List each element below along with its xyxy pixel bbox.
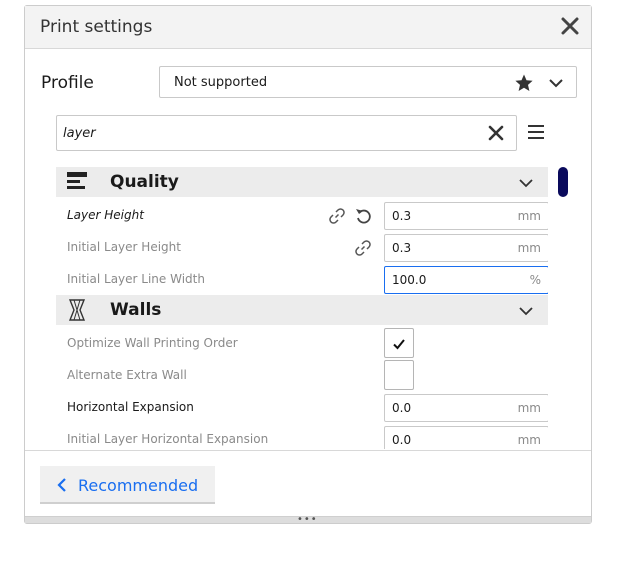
profile-value: Not supported bbox=[174, 75, 268, 90]
setting-label: Initial Layer Height bbox=[67, 240, 181, 254]
setting-row-initial-layer-line-width: Initial Layer Line Width 100.0 % bbox=[56, 263, 548, 295]
setting-label: Optimize Wall Printing Order bbox=[67, 336, 238, 350]
setting-unit: % bbox=[529, 273, 541, 287]
chevron-down-icon[interactable] bbox=[518, 175, 534, 191]
profile-label: Profile bbox=[41, 73, 94, 93]
setting-row-initial-layer-height: Initial Layer Height 0.3 mm bbox=[56, 231, 548, 263]
setting-row-alternate-extra-wall: Alternate Extra Wall bbox=[56, 359, 548, 391]
profile-dropdown[interactable]: Not supported bbox=[159, 66, 577, 98]
link-icon[interactable] bbox=[329, 208, 345, 224]
setting-label: Alternate Extra Wall bbox=[67, 368, 187, 382]
initial-layer-line-width-input[interactable]: 100.0 % bbox=[384, 266, 548, 294]
setting-unit: mm bbox=[517, 401, 541, 415]
recommended-label: Recommended bbox=[78, 476, 199, 495]
star-icon[interactable] bbox=[514, 73, 534, 93]
layer-height-input[interactable]: 0.3 mm bbox=[384, 202, 548, 230]
setting-value: 0.0 bbox=[392, 433, 412, 447]
resize-handle[interactable]: ••• bbox=[25, 514, 591, 525]
drag-dots-icon: ••• bbox=[297, 514, 318, 525]
category-title: Quality bbox=[110, 172, 179, 192]
scrollbar-thumb[interactable] bbox=[558, 167, 568, 197]
quality-icon bbox=[65, 171, 91, 193]
setting-label: Initial Layer Horizontal Expansion bbox=[67, 432, 269, 446]
setting-label: Horizontal Expansion bbox=[67, 400, 194, 414]
category-walls[interactable]: Walls bbox=[56, 295, 548, 325]
setting-row-optimize-wall-printing-order: Optimize Wall Printing Order bbox=[56, 327, 548, 359]
optimize-wall-printing-order-checkbox[interactable] bbox=[384, 328, 414, 358]
setting-unit: mm bbox=[517, 433, 541, 447]
setting-label: Initial Layer Line Width bbox=[67, 272, 205, 286]
setting-label: Layer Height bbox=[67, 208, 144, 222]
chevron-left-icon bbox=[56, 477, 68, 492]
setting-value: 0.3 bbox=[392, 241, 412, 255]
chevron-down-icon[interactable] bbox=[548, 75, 564, 91]
horizontal-expansion-input[interactable]: 0.0 mm bbox=[384, 394, 548, 422]
print-settings-panel: Print settings Profile Not supported lay… bbox=[24, 5, 592, 525]
close-icon[interactable] bbox=[559, 15, 581, 37]
settings-list: Quality Layer Height 0.3 mm Initial Laye… bbox=[56, 166, 548, 449]
alternate-extra-wall-checkbox[interactable] bbox=[384, 360, 414, 390]
setting-row-horizontal-expansion: Horizontal Expansion 0.0 mm bbox=[56, 391, 548, 423]
setting-row-layer-height: Layer Height 0.3 mm bbox=[56, 199, 548, 231]
category-quality[interactable]: Quality bbox=[56, 167, 548, 197]
clear-search-icon[interactable] bbox=[488, 125, 504, 141]
setting-value: 0.0 bbox=[392, 401, 412, 415]
setting-value: 100.0 bbox=[392, 273, 427, 287]
divider bbox=[25, 450, 591, 451]
initial-layer-height-input[interactable]: 0.3 mm bbox=[384, 234, 548, 262]
recommended-button[interactable]: Recommended bbox=[40, 466, 215, 504]
chevron-down-icon[interactable] bbox=[518, 303, 534, 319]
setting-row-initial-layer-horizontal-expansion: Initial Layer Horizontal Expansion 0.0 m… bbox=[56, 423, 548, 449]
setting-unit: mm bbox=[517, 241, 541, 255]
panel-header: Print settings bbox=[25, 6, 591, 49]
link-icon[interactable] bbox=[355, 240, 371, 256]
checkmark-icon bbox=[392, 336, 406, 350]
initial-layer-horizontal-expansion-input[interactable]: 0.0 mm bbox=[384, 426, 548, 449]
setting-value: 0.3 bbox=[392, 209, 412, 223]
category-title: Walls bbox=[110, 300, 162, 320]
reset-icon[interactable] bbox=[354, 207, 372, 225]
setting-unit: mm bbox=[517, 209, 541, 223]
walls-icon bbox=[65, 299, 91, 321]
panel-title: Print settings bbox=[40, 17, 153, 37]
search-input[interactable] bbox=[63, 126, 463, 141]
settings-visibility-menu-icon[interactable] bbox=[527, 123, 545, 141]
search-field[interactable] bbox=[56, 115, 517, 151]
